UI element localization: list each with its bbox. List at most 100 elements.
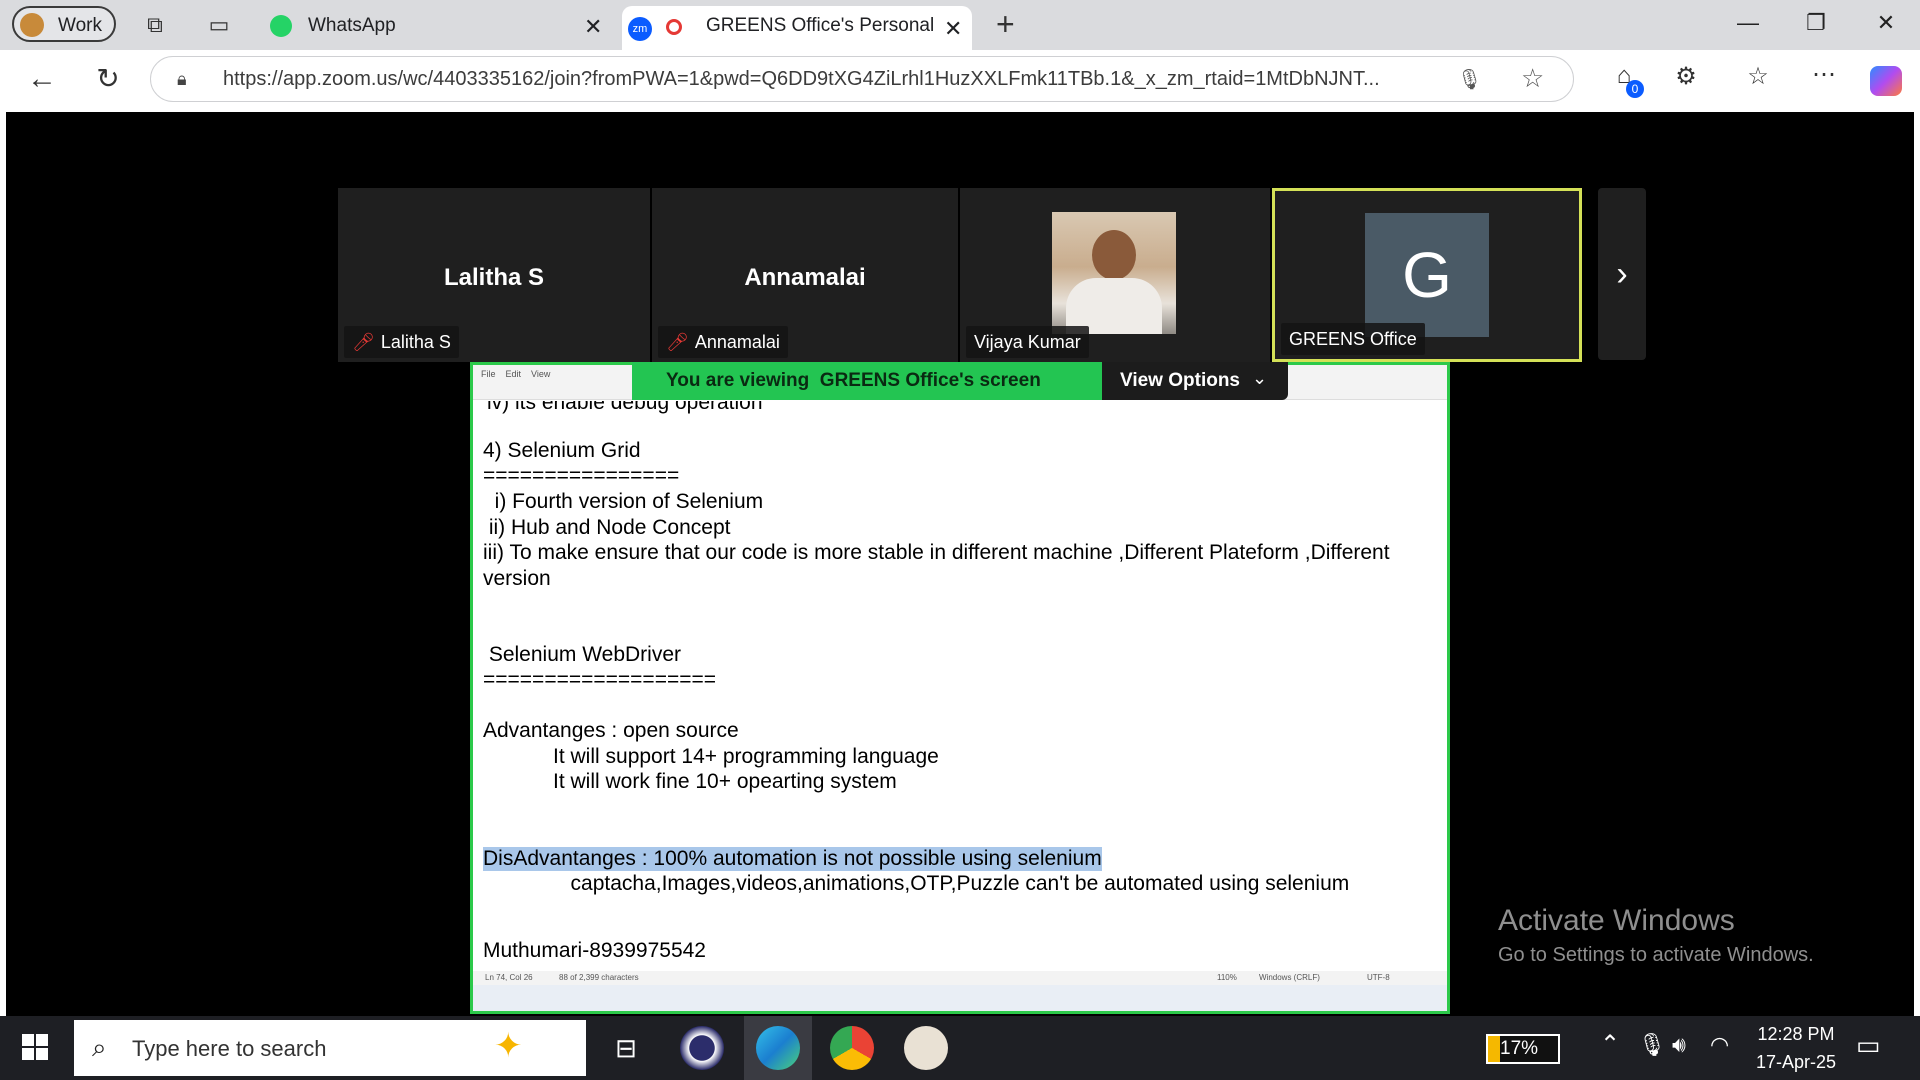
participant-name-tag: Vijaya Kumar <box>966 326 1089 358</box>
minimize-icon[interactable]: — <box>1728 10 1768 40</box>
participant-avatar: G <box>1365 213 1489 337</box>
paint-icon[interactable] <box>904 1026 948 1070</box>
doc-line: It will support 14+ programming language <box>483 745 939 768</box>
extensions-puzzle-icon[interactable]: ⚙ <box>1670 62 1702 91</box>
workspaces-icon[interactable]: ⧉ <box>142 12 168 38</box>
participant-tile[interactable]: Annamalai 🎤︎ Annamalai <box>652 188 958 362</box>
more-icon[interactable]: ⋯ <box>1808 60 1840 89</box>
windows-start-icon[interactable] <box>22 1034 48 1060</box>
status-encoding: UTF-8 <box>1367 973 1390 982</box>
address-toolbar: ← ↻ 🔒︎ https://app.zoom.us/wc/4403335162… <box>0 50 1920 112</box>
favorite-star-icon[interactable]: ☆ <box>1521 63 1544 94</box>
activate-windows-subtitle: Go to Settings to activate Windows. <box>1498 944 1814 966</box>
doc-line-selected: captacha,Images,videos,animations,OTP,Pu… <box>483 872 1350 895</box>
doc-line: 4) Selenium Grid <box>483 439 641 462</box>
participant-tile[interactable]: Vijaya Kumar <box>960 188 1270 362</box>
profile-avatar-icon <box>20 13 44 37</box>
status-zoom: 110% <box>1217 973 1237 982</box>
whatsapp-icon <box>270 15 292 37</box>
status-eol: Windows (CRLF) <box>1259 973 1320 982</box>
doc-line: version <box>483 567 551 590</box>
doc-line: ================ <box>483 464 680 487</box>
participant-name-tag: GREENS Office <box>1281 323 1425 355</box>
eclipse-icon[interactable] <box>680 1026 724 1070</box>
new-tab-icon[interactable]: + <box>996 6 1015 43</box>
profile-button[interactable]: Work <box>12 6 116 42</box>
view-options-label: View Options <box>1120 370 1241 391</box>
battery-indicator[interactable]: 17% <box>1486 1034 1560 1064</box>
microphone-icon[interactable]: 🎙︎ <box>1457 67 1482 92</box>
participant-display-name: Lalitha S <box>443 264 545 291</box>
notepad-menu: File Edit View <box>481 369 551 379</box>
close-tab-icon[interactable]: ✕ <box>944 16 962 42</box>
participant-name-tag: 🎤︎ Lalitha S <box>344 326 459 358</box>
close-tab-icon[interactable]: ✕ <box>584 14 602 40</box>
doc-line: =================== <box>483 668 717 691</box>
close-window-icon[interactable]: ✕ <box>1866 10 1906 40</box>
doc-line: iii) To make ensure that our code is mor… <box>483 541 1390 564</box>
search-placeholder: Type here to search <box>132 1036 327 1061</box>
taskbar-search-box[interactable]: ⌕ Type here to search ✦ <box>74 1020 586 1076</box>
clock-time[interactable]: 12:28 PM <box>1750 1024 1842 1045</box>
browser-tab-bar: Work ⧉ ▭ WhatsApp ✕ zm GREENS Office's P… <box>0 0 1920 50</box>
chrome-icon[interactable] <box>830 1026 874 1070</box>
task-view-icon[interactable]: ⊟ <box>604 1026 648 1070</box>
vertical-tabs-icon[interactable]: ▭ <box>206 12 232 38</box>
copilot-icon[interactable] <box>1870 66 1902 96</box>
clock-date[interactable]: 17-Apr-25 <box>1750 1052 1842 1073</box>
tab-title: GREENS Office's Personal Me <box>706 15 938 36</box>
battery-percent: 17% <box>1500 1038 1539 1059</box>
doc-line: Selenium WebDriver <box>483 643 682 666</box>
tab-title: WhatsApp <box>308 15 396 36</box>
participant-name-tag: 🎤︎ Annamalai <box>658 326 788 358</box>
participant-video-thumbnail <box>1052 212 1176 334</box>
restore-icon[interactable]: ❐ <box>1796 10 1836 40</box>
viewing-text: You are viewing GREENS Office's screen <box>666 370 1041 391</box>
profile-label: Work <box>58 15 102 36</box>
chevron-up-icon[interactable]: ⌃ <box>1600 1030 1620 1059</box>
next-page-chevron-icon[interactable]: › <box>1598 188 1646 360</box>
mic-muted-icon: 🎤︎ <box>352 332 375 352</box>
back-icon[interactable]: ← <box>26 62 58 96</box>
favorites-icon[interactable]: ☆ <box>1742 62 1774 91</box>
shared-screen: File Edit View iv) its enable debug oper… <box>470 362 1450 1014</box>
person-face <box>1092 230 1136 280</box>
status-chars: 88 of 2,399 characters <box>559 973 639 982</box>
microphone-icon[interactable]: 🎙︎ <box>1638 1032 1666 1058</box>
doc-line: ii) Hub and Node Concept <box>483 516 731 539</box>
notifications-icon[interactable]: ▭ <box>1856 1030 1881 1061</box>
refresh-icon[interactable]: ↻ <box>92 62 124 95</box>
participant-label: Annamalai <box>694 332 780 352</box>
chevron-down-icon: ⌄ <box>1252 368 1268 388</box>
doc-line: i) Fourth version of Selenium <box>483 490 764 513</box>
participant-display-name: Annamalai <box>744 264 866 291</box>
wifi-icon[interactable]: ◠ <box>1710 1032 1729 1058</box>
shared-taskbar <box>473 985 1447 1011</box>
mic-muted-icon: 🎤︎ <box>666 332 689 352</box>
lock-icon: 🔒︎ <box>177 69 187 89</box>
tab-whatsapp[interactable]: WhatsApp ✕ <box>266 6 614 46</box>
edge-icon[interactable] <box>756 1026 800 1070</box>
doc-line: It will work fine 10+ opearting system <box>483 770 897 793</box>
tab-zoom-meeting[interactable]: zm GREENS Office's Personal Me ✕ <box>622 6 972 50</box>
zoom-icon: zm <box>628 17 652 41</box>
participant-tile-active-speaker[interactable]: G GREENS Office <box>1272 188 1582 362</box>
volume-icon[interactable]: 🔊︎ <box>1672 1032 1686 1058</box>
status-position: Ln 74, Col 26 <box>485 973 533 982</box>
extension-badge: 0 <box>1626 80 1644 98</box>
search-icon: ⌕ <box>92 1032 107 1062</box>
participant-tile[interactable]: Lalitha S 🎤︎ Lalitha S <box>338 188 650 362</box>
doc-line: Muthumari-8939975542 <box>483 939 706 962</box>
url-bar[interactable]: 🔒︎ https://app.zoom.us/wc/4403335162/joi… <box>150 56 1574 102</box>
extension-icon[interactable]: ⌂ 0 <box>1608 62 1644 98</box>
windows-taskbar: ⌕ Type here to search ✦ ⊟ 17% ⌃ 🎙︎ 🔊︎ ◠ … <box>0 1016 1920 1080</box>
url-text: https://app.zoom.us/wc/4403335162/join?f… <box>223 68 1380 90</box>
viewing-banner: You are viewing GREENS Office's screen <box>632 362 1102 400</box>
recording-icon <box>666 19 682 35</box>
search-highlight-icon: ✦ <box>494 1027 523 1065</box>
view-options-button[interactable]: View Options ⌄ <box>1102 362 1288 400</box>
doc-line: Advantanges : open source <box>483 719 739 742</box>
notepad-statusbar: Ln 74, Col 26 88 of 2,399 characters 110… <box>473 971 1447 985</box>
scrolled-line: iv) its enable debug operation <box>487 401 763 414</box>
participant-label: Lalitha S <box>380 332 451 352</box>
